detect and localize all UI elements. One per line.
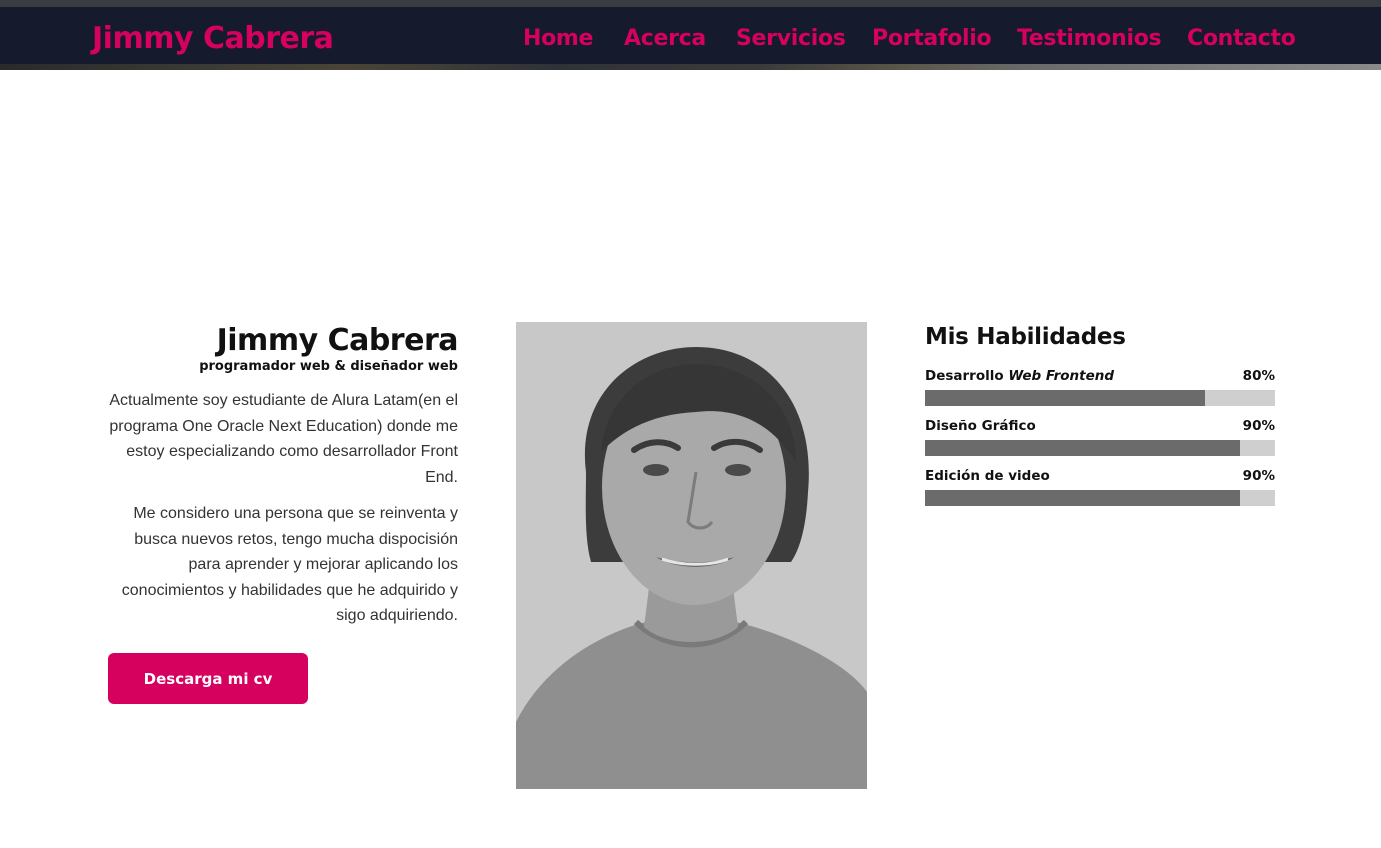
skill-item: Diseño Gráfico 90%	[925, 416, 1275, 456]
about-paragraph-1: Actualmente soy estudiante de Alura Lata…	[109, 392, 458, 486]
skill-progress-fill	[925, 490, 1240, 506]
download-cv-button[interactable]: Descarga mi cv	[108, 653, 308, 704]
nav-testimonios[interactable]: Testimonios	[1017, 26, 1162, 51]
skill-progress-fill	[925, 390, 1205, 406]
skill-percent: 80%	[1242, 368, 1275, 384]
nav-home[interactable]: Home	[523, 26, 593, 51]
nav-portafolio[interactable]: Portafolio	[872, 26, 992, 51]
skill-progress-bar	[925, 490, 1275, 506]
site-header: Jimmy Cabrera Home Acerca Servicios Port…	[0, 7, 1381, 64]
skill-label: Desarrollo Web Frontend	[925, 368, 1115, 384]
about-paragraph-2: Me considero una persona que se reinvent…	[121, 505, 458, 624]
skill-item: Edición de video 90%	[925, 466, 1275, 506]
skills-section: Mis Habilidades Desarrollo Web Frontend …	[925, 322, 1275, 516]
about-section: Jimmy Cabrera programador web & diseñado…	[100, 322, 458, 640]
nav-contacto[interactable]: Contacto	[1187, 26, 1296, 51]
skill-percent: 90%	[1242, 468, 1275, 484]
browser-strip	[0, 0, 1381, 7]
skill-progress-bar	[925, 440, 1275, 456]
skill-progress-bar	[925, 390, 1275, 406]
about-subtitle: programador web & diseñador web	[199, 359, 458, 374]
skill-item: Desarrollo Web Frontend 80%	[925, 366, 1275, 406]
skill-progress-fill	[925, 440, 1240, 456]
skill-label: Edición de video	[925, 468, 1050, 484]
profile-photo	[516, 322, 867, 789]
skill-label: Diseño Gráfico	[925, 418, 1036, 434]
main-nav: Home Acerca Servicios Portafolio Testimo…	[0, 26, 1381, 56]
profile-portrait-image	[516, 322, 867, 789]
about-name: Jimmy Cabrera	[216, 323, 459, 358]
nav-acerca[interactable]: Acerca	[624, 26, 706, 51]
skill-percent: 90%	[1242, 418, 1275, 434]
hero-image-edge	[0, 64, 1381, 70]
nav-servicios[interactable]: Servicios	[736, 26, 846, 51]
skills-title: Mis Habilidades	[925, 324, 1126, 350]
